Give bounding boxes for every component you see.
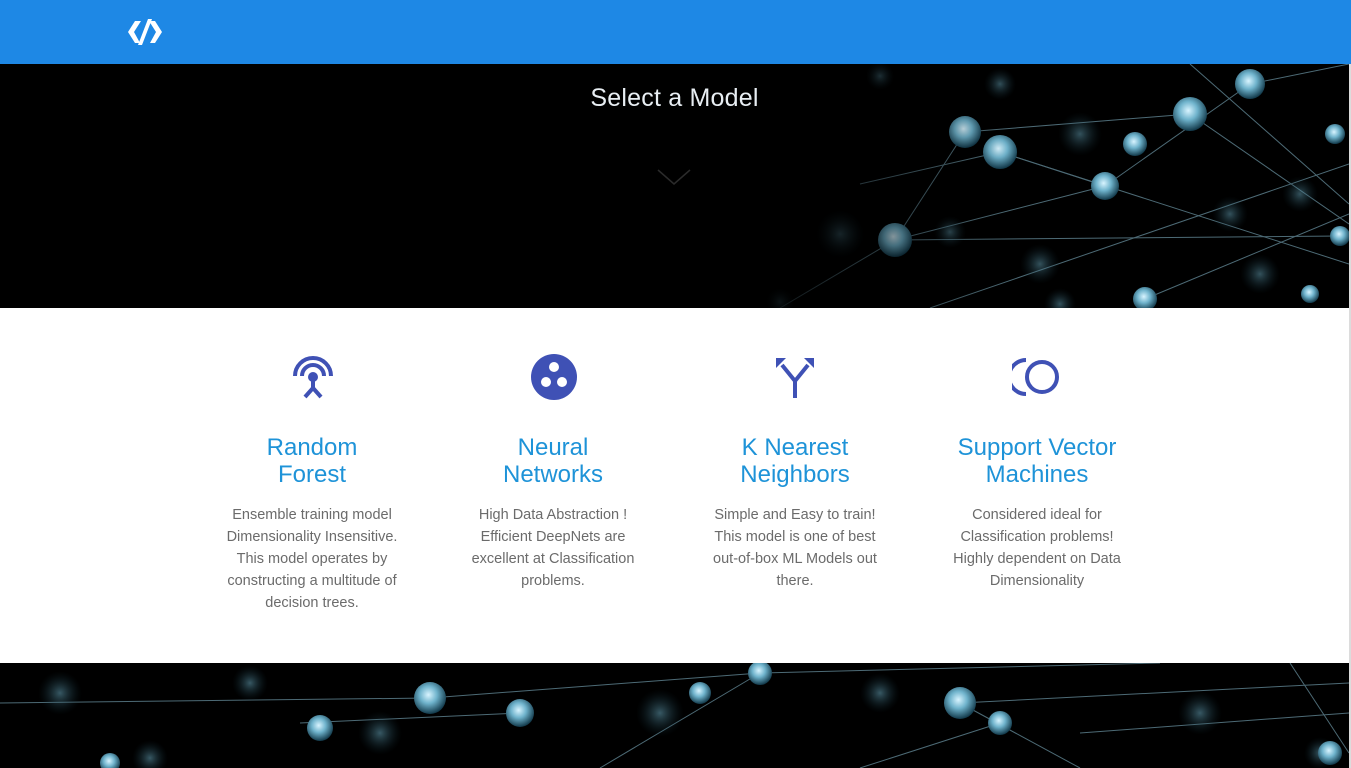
three-dots-circle-icon (528, 350, 580, 402)
model-description: Considered ideal for Classification prob… (953, 507, 1121, 589)
model-title[interactable]: Neural Networks (438, 434, 668, 488)
model-title-line: Random (266, 434, 358, 461)
model-title-line: K Nearest (741, 434, 849, 461)
top-navbar (0, 0, 1351, 64)
network-background-image (0, 663, 1349, 768)
model-title-line: Networks (502, 461, 604, 488)
model-title-line: Machines (985, 461, 1089, 488)
merge-arrows-icon (770, 350, 822, 402)
model-title-line: Neural (517, 434, 589, 461)
model-selection-section: Random Forest Ensemble training model Di… (0, 308, 1349, 663)
chevron-down-icon[interactable] (656, 166, 692, 188)
model-title[interactable]: Random Forest (197, 434, 427, 488)
model-description: Simple and Easy to train! This model is … (713, 507, 877, 589)
hero-banner: Select a Model (0, 64, 1349, 308)
model-title[interactable]: K Nearest Neighbors (680, 434, 910, 488)
model-title-line: Support Vector (957, 434, 1117, 461)
page-title: Select a Model (590, 84, 759, 112)
antenna-icon (287, 350, 339, 402)
double-circle-icon (1007, 350, 1064, 402)
model-description: High Data Abstraction ! Efficient DeepNe… (471, 507, 635, 589)
brand-logo-icon[interactable] (126, 17, 164, 47)
model-title[interactable]: Support Vector Machines (922, 434, 1152, 488)
model-title-line: Neighbors (740, 461, 850, 488)
model-title-line: Forest (277, 461, 346, 488)
model-description: Ensemble training model Dimensionality I… (226, 507, 398, 611)
